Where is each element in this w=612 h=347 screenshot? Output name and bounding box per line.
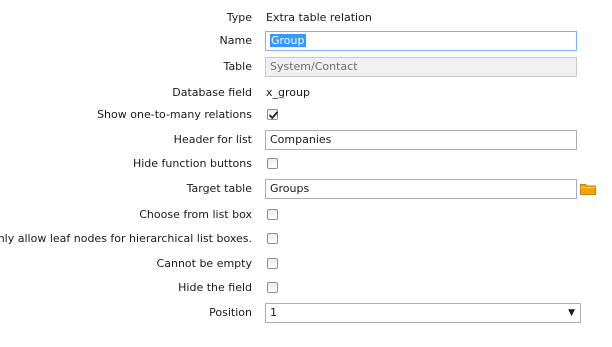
header-for-list-input[interactable]: Companies <box>265 130 577 150</box>
table-row: Table System/Contact <box>0 56 612 78</box>
table-label: Table <box>223 60 252 73</box>
name-input[interactable]: Group <box>265 31 577 51</box>
position-label: Position <box>209 306 252 319</box>
hide-function-buttons-checkbox[interactable] <box>267 158 278 169</box>
database-field-value: x_group <box>266 86 310 99</box>
choose-from-list-box-row: Choose from list box <box>0 204 612 226</box>
database-field-label: Database field <box>172 86 252 99</box>
only-leaf-nodes-row: Only allow leaf nodes for hierarchical l… <box>0 228 612 250</box>
type-value: Extra table relation <box>266 11 372 24</box>
cannot-be-empty-row: Cannot be empty <box>0 253 612 275</box>
only-leaf-nodes-checkbox[interactable] <box>267 233 278 244</box>
target-table-input[interactable]: Groups <box>265 179 577 199</box>
choose-from-list-box-checkbox[interactable] <box>267 209 278 220</box>
hide-the-field-checkbox[interactable] <box>267 282 278 293</box>
position-select-value: 1 <box>270 306 277 319</box>
header-for-list-label: Header for list <box>173 133 252 146</box>
folder-icon[interactable] <box>580 183 596 195</box>
show-one-to-many-label: Show one-to-many relations <box>97 108 252 121</box>
cannot-be-empty-label: Cannot be empty <box>156 257 252 270</box>
name-input-value: Group <box>270 34 306 47</box>
position-row: Position 1 ▼ <box>0 302 612 324</box>
header-for-list-row: Header for list Companies <box>0 129 612 151</box>
choose-from-list-box-label: Choose from list box <box>139 208 252 221</box>
table-input: System/Contact <box>265 57 577 77</box>
show-one-to-many-row: Show one-to-many relations <box>0 104 612 126</box>
hide-function-buttons-row: Hide function buttons <box>0 153 612 175</box>
hide-the-field-label: Hide the field <box>178 281 252 294</box>
position-select[interactable]: 1 ▼ <box>265 303 581 323</box>
only-leaf-nodes-label: Only allow leaf nodes for hierarchical l… <box>0 232 252 245</box>
name-label: Name <box>219 34 252 47</box>
hide-the-field-row: Hide the field <box>0 277 612 299</box>
show-one-to-many-checkbox[interactable] <box>267 109 278 120</box>
database-field-row: Database field x_group <box>0 82 612 104</box>
dropdown-arrow-icon: ▼ <box>568 308 575 318</box>
name-row: Name Group <box>0 30 612 52</box>
hide-function-buttons-label: Hide function buttons <box>132 157 252 170</box>
checkmark-icon <box>269 111 278 119</box>
type-label: Type <box>226 11 252 24</box>
type-row: Type Extra table relation <box>0 7 612 29</box>
target-table-label: Target table <box>186 182 252 195</box>
cannot-be-empty-checkbox[interactable] <box>267 258 278 269</box>
target-table-row: Target table Groups <box>0 178 612 200</box>
